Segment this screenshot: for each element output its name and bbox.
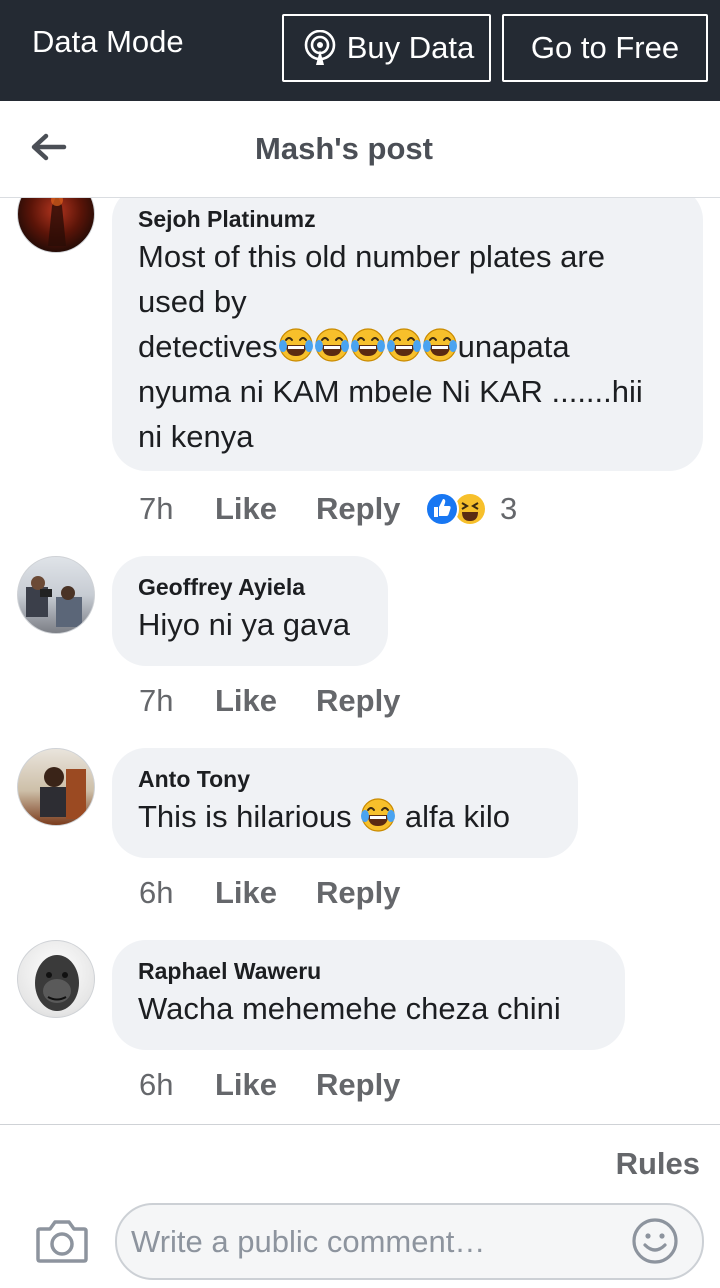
tears-of-joy-emoji-icon [314, 327, 350, 363]
avatar[interactable] [17, 556, 95, 634]
comment-author[interactable]: Geoffrey Ayiela [138, 572, 362, 602]
comment-time[interactable]: 6h [139, 1067, 215, 1103]
avatar-image [26, 576, 82, 627]
page-title: Mash's post [255, 131, 433, 166]
like-button[interactable]: Like [215, 1067, 316, 1103]
reply-button[interactable]: Reply [316, 875, 426, 911]
comment-author[interactable]: Anto Tony [138, 764, 552, 794]
comment-actions: 7h Like Reply 3 [139, 489, 517, 529]
comment-text-fragment: detectives [138, 329, 278, 364]
comment-text-line: detectives unapata [138, 324, 677, 369]
comment-author[interactable]: Sejoh Platinumz [138, 204, 677, 234]
reply-button[interactable]: Reply [316, 491, 426, 527]
avatar[interactable] [17, 198, 95, 253]
like-button[interactable]: Like [215, 683, 316, 719]
data-mode-bar: Data Mode Buy Data Go to Free [0, 0, 720, 101]
comment-bubble[interactable]: Geoffrey Ayiela Hiyo ni ya gava [112, 556, 388, 666]
go-to-free-label: Go to Free [530, 30, 680, 65]
comment-text: Wacha mehemehe cheza chini [138, 991, 561, 1026]
comment-text-line: nyuma ni KAM mbele Ni KAR .......hii [138, 374, 643, 409]
avatar-image [35, 955, 79, 1011]
comment-time[interactable]: 6h [139, 875, 215, 911]
comment-text-fragment: unapata [457, 329, 570, 364]
comment-text: Hiyo ni ya gava [138, 607, 350, 642]
tears-of-joy-emoji-icon [360, 797, 396, 833]
reply-button[interactable]: Reply [316, 1067, 426, 1103]
tears-of-joy-emoji-icon [422, 327, 458, 363]
comment-input[interactable] [131, 1215, 631, 1269]
comment-text-line: used by [138, 284, 247, 319]
comment-text-fragment: alfa kilo [396, 799, 510, 834]
avatar[interactable] [17, 748, 95, 826]
comment-time[interactable]: 7h [139, 683, 215, 719]
tears-of-joy-emoji-icon [350, 327, 386, 363]
post-header: Mash's post [0, 101, 720, 198]
comment-bubble[interactable]: Anto Tony This is hilarious alfa kilo [112, 748, 578, 858]
comment-actions: 6h Like Reply [139, 1065, 426, 1105]
like-button[interactable]: Like [215, 491, 316, 527]
comment-author[interactable]: Raphael Waweru [138, 956, 599, 986]
reply-button[interactable]: Reply [316, 683, 426, 719]
comment-text-line: Most of this old number plates are [138, 239, 605, 274]
buy-data-button[interactable]: Buy Data [282, 14, 491, 82]
comment-input-container[interactable] [115, 1203, 704, 1280]
reactions-icon [425, 492, 485, 526]
comment-list: Sejoh Platinumz Most of this old number … [0, 198, 720, 1124]
comment-bubble[interactable]: Sejoh Platinumz Most of this old number … [112, 198, 703, 471]
tears-of-joy-emoji-icon [278, 327, 314, 363]
comment-text-line: ni kenya [138, 419, 254, 454]
buy-data-label: Buy Data [346, 30, 475, 65]
tears-of-joy-emoji-icon [386, 327, 422, 363]
reaction-summary[interactable]: 3 [424, 491, 517, 527]
reaction-count: 3 [500, 491, 518, 526]
go-to-free-button[interactable]: Go to Free [502, 14, 708, 82]
data-mode-label: Data Mode [32, 24, 184, 59]
avatar-image [40, 767, 86, 819]
avatar[interactable] [17, 940, 95, 1018]
comment-bubble[interactable]: Raphael Waweru Wacha mehemehe cheza chin… [112, 940, 625, 1050]
comment-actions: 6h Like Reply [139, 873, 426, 913]
broadcast-icon [304, 30, 336, 65]
smiley-icon[interactable] [630, 1216, 680, 1266]
comment-actions: 7h Like Reply [139, 681, 426, 721]
comment-text: This is hilarious alfa kilo [138, 794, 552, 839]
comment-text-fragment: This is hilarious [138, 799, 361, 834]
composer-divider [0, 1124, 720, 1125]
comment-time[interactable]: 7h [139, 491, 215, 527]
like-button[interactable]: Like [215, 875, 316, 911]
rules-link[interactable]: Rules [616, 1146, 700, 1182]
camera-icon[interactable] [36, 1217, 88, 1263]
avatar-image [48, 198, 66, 246]
